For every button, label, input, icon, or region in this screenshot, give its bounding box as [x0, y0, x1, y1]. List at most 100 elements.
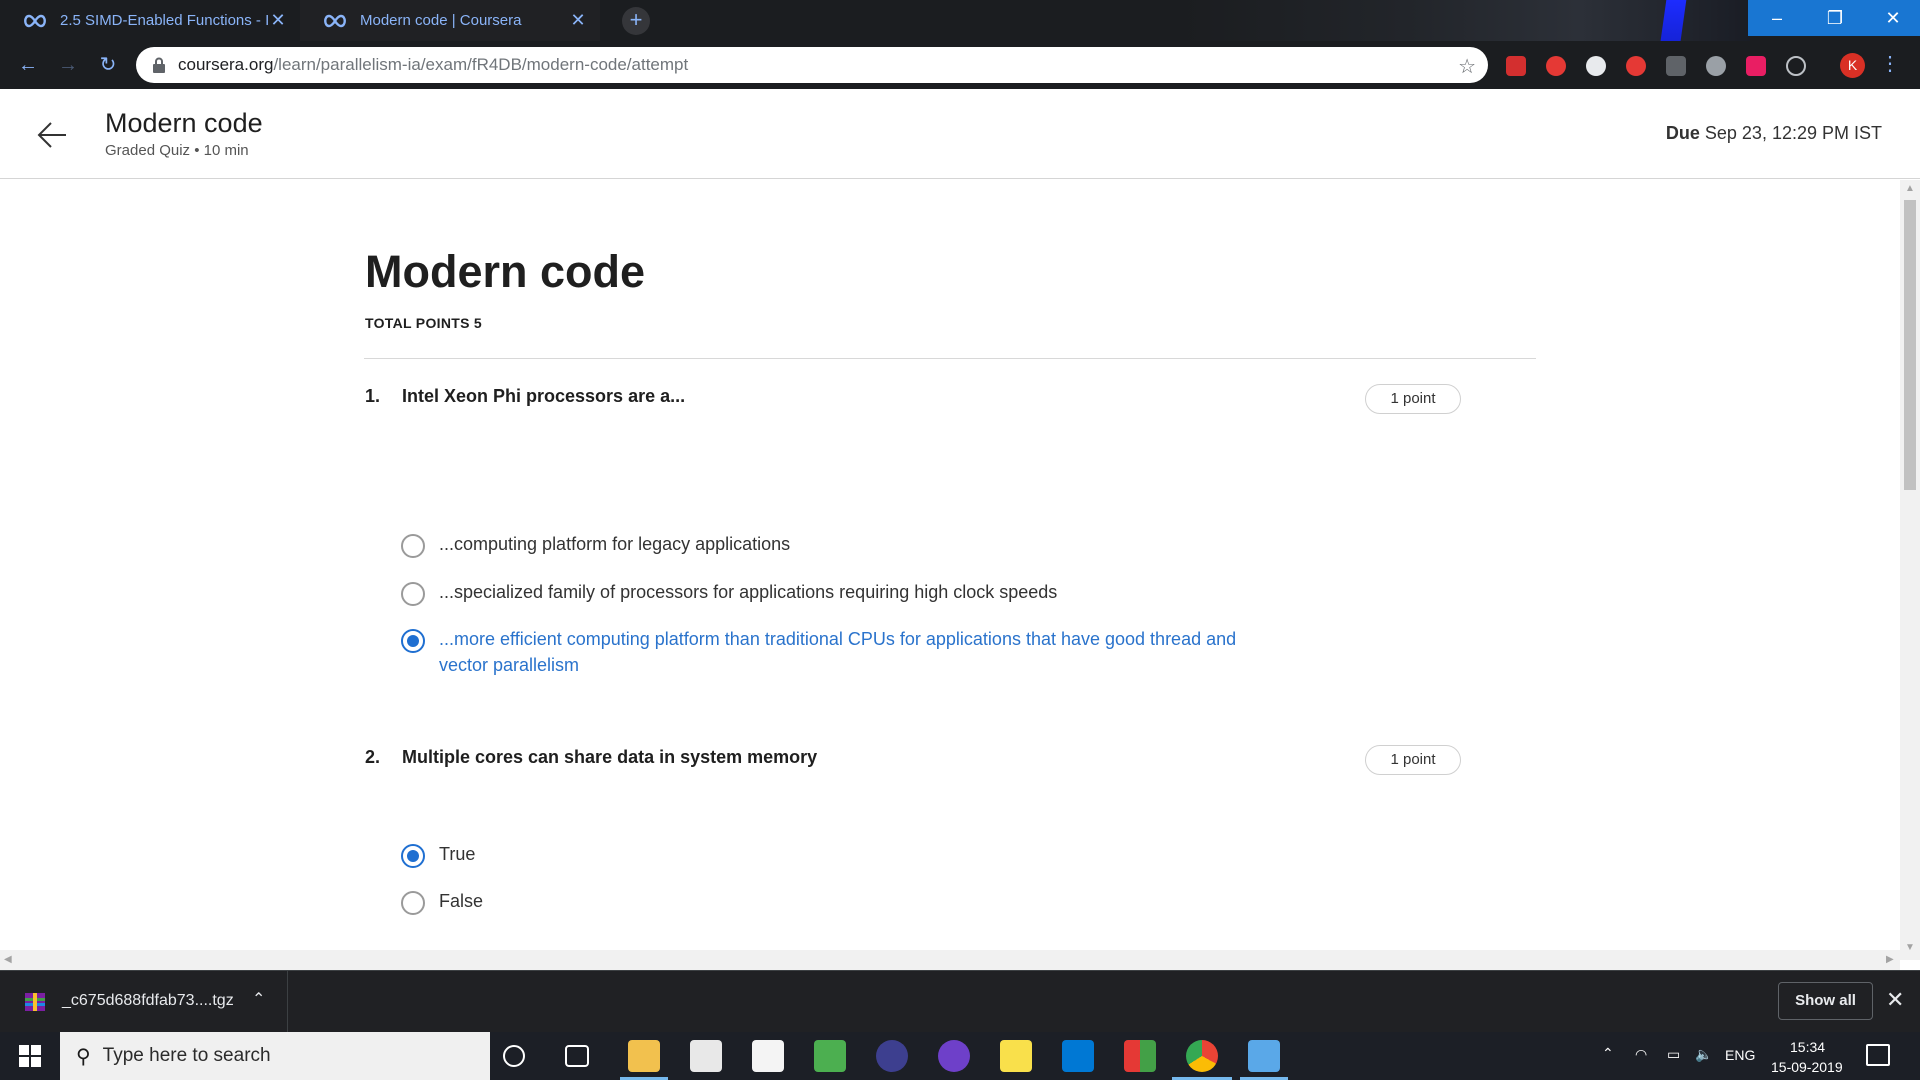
download-shelf: _c675d688fdfab73....tgz ⌃ Show all ✕: [0, 970, 1920, 1033]
answer-option-selected[interactable]: True: [401, 844, 475, 868]
app-icon[interactable]: [1124, 1040, 1156, 1072]
tab-title: 2.5 SIMD-Enabled Functions - Int: [60, 12, 268, 29]
answer-option[interactable]: ...computing platform for legacy applica…: [401, 534, 790, 558]
radio-button[interactable]: [401, 534, 425, 558]
answer-option-selected[interactable]: ...more efficient computing platform tha…: [401, 629, 1269, 678]
close-icon[interactable]: ✕: [1886, 987, 1904, 1013]
header-title: Modern code: [105, 108, 263, 138]
notepad-icon[interactable]: [752, 1040, 784, 1072]
url-path: /learn/parallelism-ia/exam/fR4DB/modern-…: [273, 55, 689, 74]
notepadpp-icon[interactable]: [814, 1040, 846, 1072]
vscode-icon[interactable]: [1062, 1040, 1094, 1072]
option-label[interactable]: True: [439, 841, 475, 867]
browser-tab-strip: 2.5 SIMD-Enabled Functions - Int ✕ Moder…: [0, 0, 1920, 90]
option-label[interactable]: ...specialized family of processors for …: [439, 579, 1057, 605]
maximize-button[interactable]: ❐: [1806, 0, 1864, 36]
clock-time[interactable]: 15:34: [1790, 1039, 1825, 1055]
chevron-up-icon[interactable]: ⌃: [1602, 1045, 1614, 1062]
url-host: coursera.org: [178, 55, 274, 74]
start-button[interactable]: [0, 1032, 60, 1080]
infinity-icon: [24, 14, 46, 27]
close-window-button[interactable]: ✕: [1864, 0, 1920, 36]
due-label: Due: [1665, 123, 1700, 143]
due-value: Sep 23, 12:29 PM IST: [1704, 123, 1882, 143]
extension-icon[interactable]: [1586, 56, 1606, 76]
minimize-button[interactable]: –: [1748, 0, 1806, 36]
download-item[interactable]: _c675d688fdfab73....tgz ⌃: [0, 971, 288, 1033]
scroll-up-icon[interactable]: ▲: [1905, 183, 1915, 194]
wifi-icon[interactable]: ◠: [1635, 1046, 1647, 1063]
cortana-icon[interactable]: [503, 1045, 525, 1067]
address-bar[interactable]: coursera.org /learn/parallelism-ia/exam/…: [136, 47, 1488, 83]
scroll-left-icon[interactable]: ◀: [4, 954, 12, 965]
forward-icon[interactable]: →: [54, 51, 82, 79]
header-subtitle: Graded Quiz • 10 min: [105, 142, 249, 159]
chevron-up-icon[interactable]: ⌃: [252, 989, 265, 1009]
language-indicator[interactable]: ENG: [1725, 1047, 1755, 1063]
question-text: Intel Xeon Phi processors are a...: [402, 386, 686, 406]
option-label[interactable]: ...computing platform for legacy applica…: [439, 531, 790, 557]
tab-simd-functions[interactable]: 2.5 SIMD-Enabled Functions - Int ✕: [0, 0, 300, 41]
battery-icon[interactable]: ▭: [1667, 1046, 1680, 1063]
page-title: Modern code: [365, 246, 646, 297]
search-icon: ⚲: [76, 1045, 91, 1068]
divider: [364, 358, 1536, 359]
tab-modern-code[interactable]: Modern code | Coursera ✕: [300, 0, 600, 41]
radio-button[interactable]: [401, 582, 425, 606]
taskbar-search-input[interactable]: ⚲ Type here to search: [60, 1032, 490, 1080]
browser-toolbar: ← → ↻ coursera.org /learn/parallelism-ia…: [0, 41, 1920, 89]
total-points: TOTAL POINTS 5: [365, 315, 482, 331]
bookmark-star-icon[interactable]: ☆: [1458, 54, 1476, 79]
back-icon[interactable]: ←: [14, 51, 42, 79]
extension-icon[interactable]: [1506, 56, 1526, 76]
extension-icon[interactable]: [1626, 56, 1646, 76]
radio-button-checked[interactable]: [401, 629, 425, 653]
option-label[interactable]: False: [439, 888, 483, 914]
points-badge: 1 point: [1365, 384, 1461, 414]
mail-icon[interactable]: [690, 1040, 722, 1072]
extension-icon[interactable]: [1746, 56, 1766, 76]
clock-date[interactable]: 15-09-2019: [1771, 1059, 1843, 1075]
task-view-icon[interactable]: [565, 1045, 589, 1067]
profile-avatar[interactable]: K: [1840, 53, 1865, 78]
search-placeholder: Type here to search: [102, 1045, 271, 1066]
close-icon[interactable]: ✕: [268, 10, 288, 31]
scroll-right-icon[interactable]: ▶: [1886, 954, 1894, 965]
quiz-content: Modern code TOTAL POINTS 5 1. Intel Xeon…: [0, 180, 1900, 960]
chrome-icon[interactable]: [1186, 1040, 1218, 1072]
back-arrow-icon[interactable]: [36, 119, 68, 151]
due-date: Due Sep 23, 12:29 PM IST: [1666, 123, 1882, 144]
file-explorer-icon[interactable]: [628, 1040, 660, 1072]
extension-icon[interactable]: [1546, 56, 1566, 76]
infinity-icon[interactable]: [1786, 56, 1806, 76]
windows-taskbar: ⚲ Type here to search ⌃ ◠ ▭ 🔈 ENG 15:34 …: [0, 1032, 1920, 1080]
volume-icon[interactable]: 🔈: [1695, 1046, 1712, 1063]
show-all-button[interactable]: Show all: [1778, 982, 1873, 1020]
windows-logo-icon: [19, 1045, 41, 1067]
option-label[interactable]: ...more efficient computing platform tha…: [439, 626, 1269, 678]
vertical-scrollbar[interactable]: ▲ ▼: [1900, 180, 1920, 960]
archive-file-icon: [25, 993, 45, 1011]
answer-option[interactable]: False: [401, 891, 483, 915]
radio-button-checked[interactable]: [401, 844, 425, 868]
notification-icon[interactable]: [1866, 1044, 1890, 1066]
question-number: 2.: [365, 747, 381, 767]
more-menu-icon[interactable]: ⋮: [1880, 51, 1900, 76]
new-tab-button[interactable]: +: [622, 7, 650, 35]
python-idle-icon[interactable]: [1248, 1040, 1280, 1072]
scroll-down-icon[interactable]: ▼: [1905, 942, 1915, 953]
answer-option[interactable]: ...specialized family of processors for …: [401, 582, 1057, 606]
github-icon[interactable]: [938, 1040, 970, 1072]
question-text: Multiple cores can share data in system …: [402, 747, 818, 767]
reload-icon[interactable]: ↻: [94, 51, 122, 79]
geogebra-icon[interactable]: [1000, 1040, 1032, 1072]
tab-title: Modern code | Coursera: [360, 12, 522, 29]
extension-icon[interactable]: [1666, 56, 1686, 76]
close-icon[interactable]: ✕: [568, 10, 588, 31]
horizontal-scrollbar[interactable]: ◀ ▶: [0, 950, 1900, 970]
scrollbar-thumb[interactable]: [1904, 200, 1916, 490]
extension-icon[interactable]: [1706, 56, 1726, 76]
download-file-name: _c675d688fdfab73....tgz: [62, 992, 234, 1009]
radio-button[interactable]: [401, 891, 425, 915]
eclipse-icon[interactable]: [876, 1040, 908, 1072]
